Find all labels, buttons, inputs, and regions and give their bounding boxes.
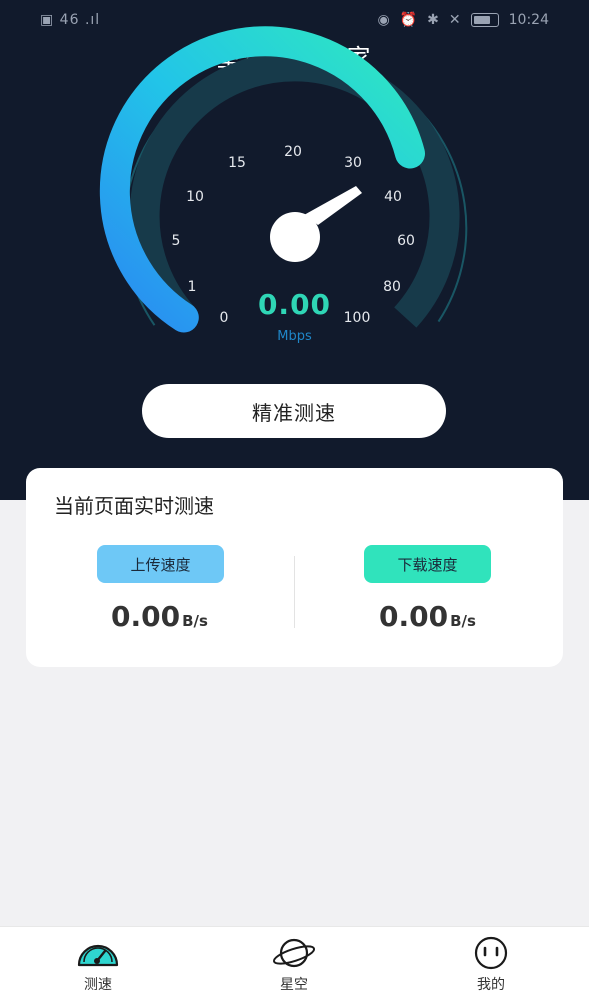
precise-test-button[interactable]: 精准测速 [142,384,446,438]
nav-item-speedtest[interactable]: 测速 [43,927,153,1001]
nav-item-starry[interactable]: 星空 [239,927,349,1001]
gauge-tick-label: 60 [397,233,415,249]
upload-speed-unit: B/s [182,612,208,630]
nav-label-speedtest: 测速 [84,977,112,993]
divider [294,556,295,628]
card-title: 当前页面实时测速 [54,494,214,518]
upload-speed-badge: 上传速度 [97,545,224,583]
download-speed-badge: 下载速度 [364,545,491,583]
gauge-hub [270,212,320,262]
realtime-speed-card: 当前页面实时测速 上传速度 下载速度 0.00 B/s 0.00 B/s [26,468,563,667]
gauge-needle [304,186,362,225]
speed-readout: 0.00 [257,288,332,321]
upload-speed-number: 0.00 [111,600,181,633]
gauge-tick-label: 30 [344,155,362,171]
gauge-tick-label: 5 [172,233,181,249]
gauge-tick-label: 10 [186,189,204,205]
speedometer-icon [77,944,119,967]
planet-icon [272,938,316,968]
smiley-icon [474,936,508,970]
gauge-tick-label: 15 [228,155,246,171]
bottom-nav: 测速 星空 我的 [0,926,589,1001]
download-speed-unit: B/s [450,612,476,630]
download-speed-number: 0.00 [379,600,449,633]
download-speed-value: 0.00 B/s [379,600,476,633]
nav-label-mine: 我的 [477,977,505,993]
nav-label-starry: 星空 [280,977,308,993]
upload-speed-value: 0.00 B/s [111,600,208,633]
nav-item-mine[interactable]: 我的 [436,927,546,1001]
speed-unit: Mbps [277,329,312,344]
header-panel: ▣ 46 .ıl ◉ ⏰ ✱ ✕ 10:24 星空测速管家 0 1 5 10 1… [0,0,589,500]
gauge-tick-label: 40 [384,189,402,205]
gauge-tick-label: 20 [284,144,302,160]
